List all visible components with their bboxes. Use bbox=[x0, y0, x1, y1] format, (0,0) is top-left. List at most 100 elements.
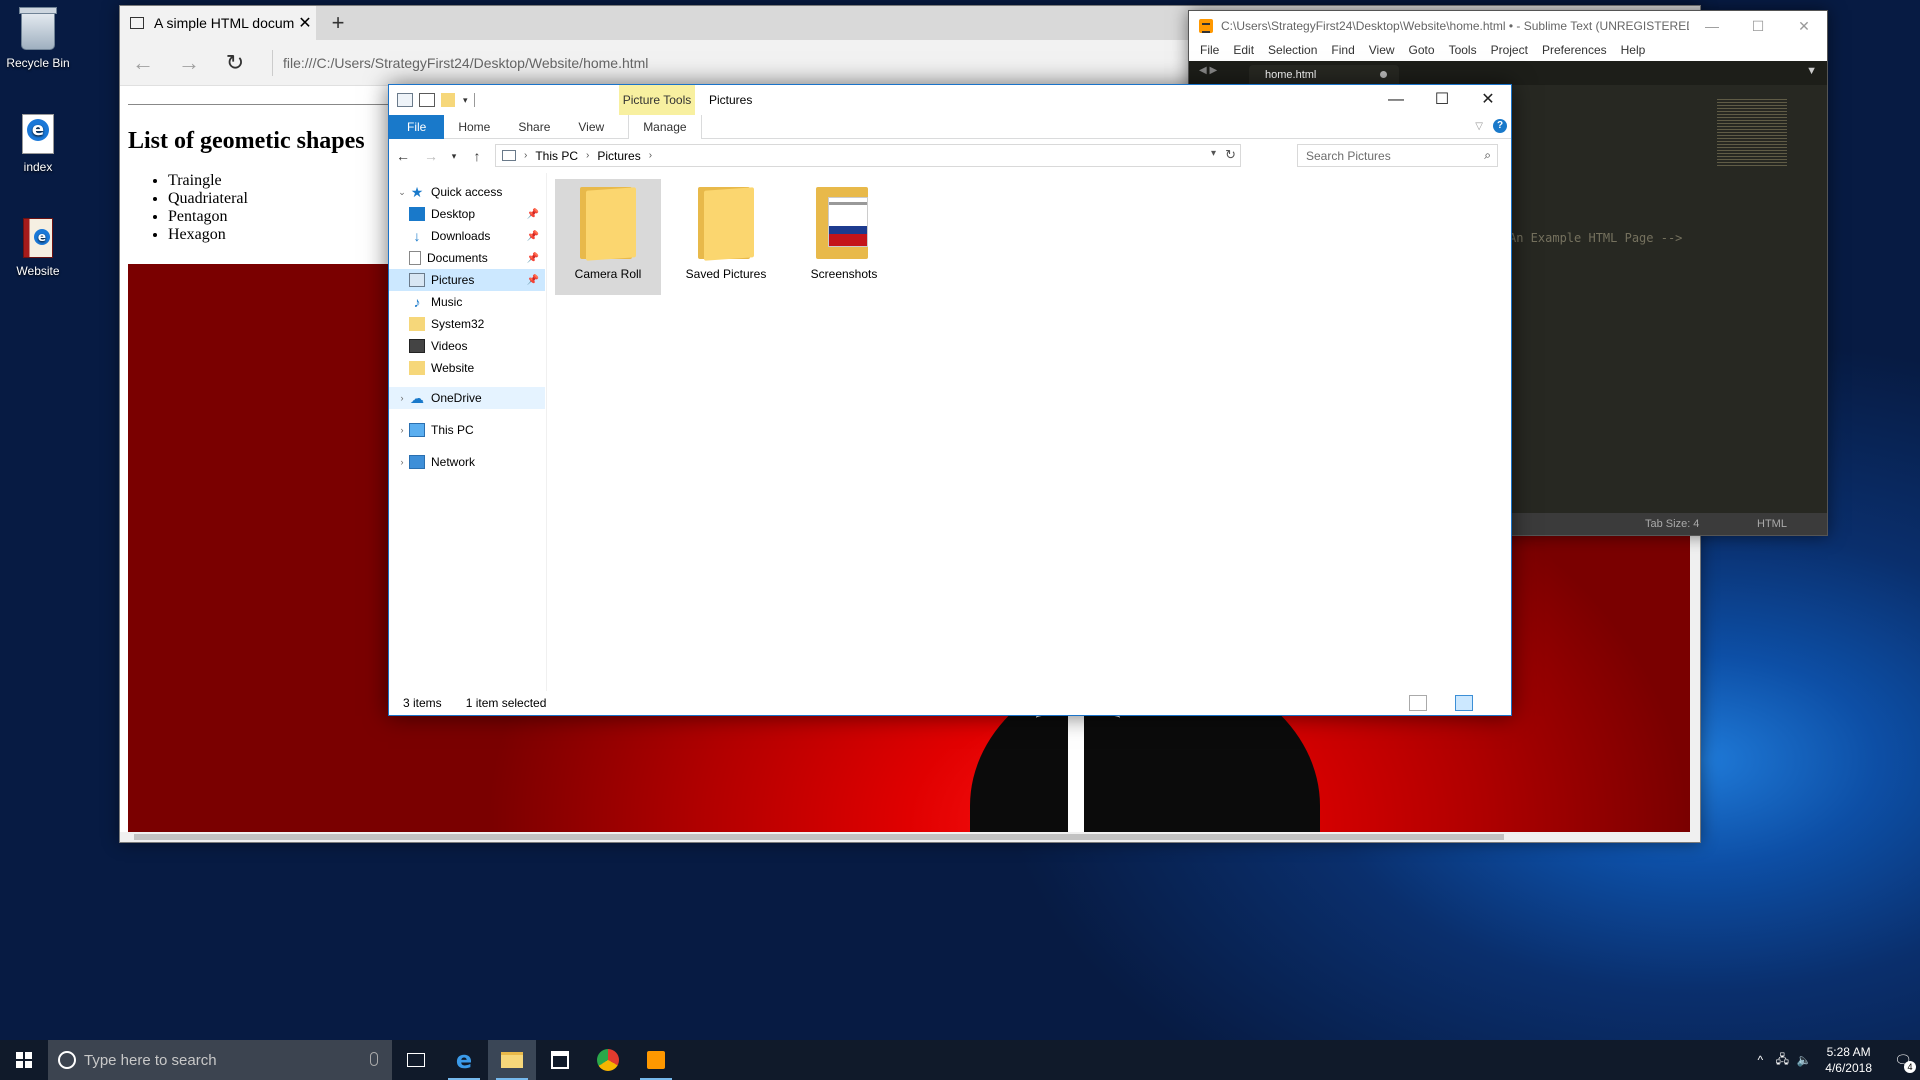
minimap[interactable] bbox=[1717, 97, 1787, 167]
nav-item-system32[interactable]: System32 bbox=[389, 313, 545, 335]
menu-find[interactable]: Find bbox=[1324, 41, 1361, 61]
store-icon[interactable] bbox=[536, 1040, 584, 1080]
menu-project[interactable]: Project bbox=[1484, 41, 1535, 61]
maximize-icon[interactable]: ☐ bbox=[1419, 85, 1465, 115]
menu-goto[interactable]: Goto bbox=[1402, 41, 1442, 61]
menu-preferences[interactable]: Preferences bbox=[1535, 41, 1614, 61]
maximize-icon[interactable]: ☐ bbox=[1735, 11, 1781, 41]
window-icon[interactable] bbox=[397, 93, 413, 107]
new-tab-button[interactable]: + bbox=[324, 10, 352, 36]
address-bar[interactable]: file:///C:/Users/StrategyFirst24/Desktop… bbox=[272, 49, 648, 76]
chevron-right-icon[interactable]: › bbox=[524, 150, 527, 161]
address-bar[interactable]: › This PC › Pictures › ▾ ↻ bbox=[495, 144, 1241, 167]
menu-view[interactable]: View bbox=[1362, 41, 1402, 61]
close-tab-icon[interactable]: ✕ bbox=[294, 13, 316, 33]
nav-item-website[interactable]: Website bbox=[389, 357, 545, 379]
chevron-right-icon[interactable]: › bbox=[395, 425, 409, 435]
volume-icon[interactable]: 🔈 bbox=[1793, 1053, 1815, 1067]
nav-item-network[interactable]: › Network bbox=[389, 451, 545, 473]
pin-icon[interactable]: 📌 bbox=[527, 209, 539, 220]
menu-selection[interactable]: Selection bbox=[1261, 41, 1324, 61]
sublime-text-icon[interactable] bbox=[632, 1040, 680, 1080]
search-input[interactable]: Search Pictures ⌕ bbox=[1297, 144, 1498, 167]
large-icons-view-icon[interactable] bbox=[1455, 695, 1473, 711]
ccleaner-icon[interactable] bbox=[584, 1040, 632, 1080]
minimize-icon[interactable]: — bbox=[1373, 85, 1419, 115]
start-button[interactable] bbox=[0, 1040, 48, 1080]
breadcrumb-pictures[interactable]: Pictures bbox=[597, 149, 640, 163]
forward-arrow-icon[interactable]: → bbox=[417, 148, 445, 164]
pin-icon[interactable]: 📌 bbox=[527, 231, 539, 242]
microphone-icon[interactable] bbox=[370, 1052, 378, 1066]
nav-item-quick-access[interactable]: ⌄ ★ Quick access bbox=[389, 181, 545, 203]
chevron-right-icon[interactable]: › bbox=[649, 150, 652, 161]
chevron-up-icon[interactable]: ^ bbox=[1749, 1053, 1771, 1067]
search-icon[interactable]: ⌕ bbox=[1484, 148, 1491, 163]
tab-manage[interactable]: Manage bbox=[628, 115, 702, 139]
nav-item-desktop[interactable]: Desktop 📌 bbox=[389, 203, 545, 225]
chevron-right-icon[interactable]: › bbox=[395, 393, 409, 403]
nav-item-music[interactable]: ♪ Music bbox=[389, 291, 545, 313]
folder-item-screenshots[interactable]: Screenshots bbox=[791, 179, 897, 295]
menu-tools[interactable]: Tools bbox=[1442, 41, 1484, 61]
unsaved-dot-icon[interactable] bbox=[1380, 71, 1387, 78]
scrollbar-thumb[interactable] bbox=[134, 834, 1504, 840]
menu-edit[interactable]: Edit bbox=[1226, 41, 1261, 61]
new-folder-icon[interactable] bbox=[441, 93, 455, 107]
clock[interactable]: 5:28 AM 4/6/2018 bbox=[1825, 1044, 1872, 1076]
tab-view[interactable]: View bbox=[564, 115, 618, 139]
details-view-icon[interactable] bbox=[1409, 695, 1427, 711]
nav-item-downloads[interactable]: ↓ Downloads 📌 bbox=[389, 225, 545, 247]
taskbar-search-box[interactable]: Type here to search bbox=[48, 1040, 392, 1080]
browser-tab[interactable]: A simple HTML docume ✕ bbox=[120, 6, 316, 40]
chevron-down-icon[interactable]: ▾ bbox=[1211, 148, 1216, 159]
breadcrumb-this-pc[interactable]: This PC bbox=[535, 149, 578, 163]
network-icon[interactable]: 🖧 bbox=[1771, 1050, 1793, 1071]
tab-share[interactable]: Share bbox=[504, 115, 564, 139]
expand-ribbon-icon[interactable]: ▽ bbox=[1475, 121, 1483, 132]
recent-locations-icon[interactable]: ▾ bbox=[445, 151, 463, 162]
desktop-icon-index[interactable]: e index bbox=[0, 112, 76, 174]
code-comment[interactable]: An Example HTML Page --> bbox=[1509, 231, 1682, 245]
chevron-right-icon[interactable]: › bbox=[586, 150, 589, 161]
task-view-icon[interactable] bbox=[392, 1040, 440, 1080]
file-explorer-icon[interactable] bbox=[488, 1040, 536, 1080]
tab-file[interactable]: File bbox=[389, 115, 445, 139]
properties-icon[interactable] bbox=[419, 93, 435, 107]
nav-item-this-pc[interactable]: › This PC bbox=[389, 419, 545, 441]
editor-tab[interactable]: home.html bbox=[1249, 65, 1399, 85]
refresh-icon[interactable]: ↻ bbox=[1225, 147, 1236, 163]
help-icon[interactable]: ? bbox=[1493, 119, 1507, 133]
edge-icon[interactable]: e bbox=[440, 1040, 488, 1080]
desktop-icon-website[interactable]: e Website bbox=[0, 216, 76, 278]
folder-item-camera-roll[interactable]: Camera Roll bbox=[555, 179, 661, 295]
tab-home[interactable]: Home bbox=[444, 115, 504, 139]
pin-icon[interactable]: 📌 bbox=[527, 275, 539, 286]
tab-size-status[interactable]: Tab Size: 4 bbox=[1645, 518, 1699, 530]
up-arrow-icon[interactable]: ↑ bbox=[463, 148, 491, 164]
menu-help[interactable]: Help bbox=[1614, 41, 1653, 61]
tab-nav-arrows-icon[interactable]: ◀ ▶ bbox=[1199, 65, 1217, 76]
chevron-down-icon[interactable]: ⌄ bbox=[395, 187, 409, 198]
refresh-icon[interactable]: ↻ bbox=[212, 40, 258, 86]
nav-item-onedrive[interactable]: › ☁ OneDrive bbox=[389, 387, 545, 409]
nav-item-pictures[interactable]: Pictures 📌 bbox=[389, 269, 545, 291]
action-center-icon[interactable]: 🗨 4 bbox=[1886, 1052, 1920, 1073]
back-arrow-icon[interactable]: ← bbox=[120, 40, 166, 86]
nav-item-videos[interactable]: Videos bbox=[389, 335, 545, 357]
folder-item-saved-pictures[interactable]: Saved Pictures bbox=[673, 179, 779, 295]
desktop-icon-recycle-bin[interactable]: Recycle Bin bbox=[0, 7, 76, 70]
close-icon[interactable]: ✕ bbox=[1781, 11, 1827, 41]
customize-dropdown-icon[interactable]: ▾ bbox=[463, 95, 468, 106]
horizontal-scrollbar[interactable] bbox=[120, 832, 1700, 842]
syntax-status[interactable]: HTML bbox=[1757, 518, 1787, 530]
close-icon[interactable]: ✕ bbox=[1465, 85, 1511, 115]
menu-file[interactable]: File bbox=[1193, 41, 1226, 61]
minimize-icon[interactable]: — bbox=[1689, 11, 1735, 41]
forward-arrow-icon[interactable]: → bbox=[166, 40, 212, 86]
chevron-right-icon[interactable]: › bbox=[395, 457, 409, 467]
back-arrow-icon[interactable]: ← bbox=[389, 148, 417, 164]
pin-icon[interactable]: 📌 bbox=[527, 253, 539, 264]
nav-item-documents[interactable]: Documents 📌 bbox=[389, 247, 545, 269]
tab-dropdown-icon[interactable]: ▼ bbox=[1806, 65, 1817, 77]
